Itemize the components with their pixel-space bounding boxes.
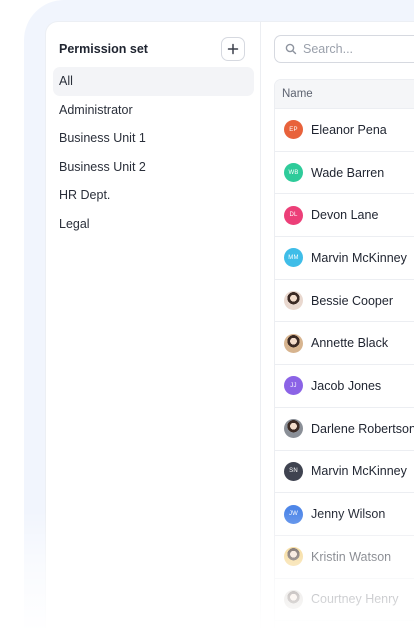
user-table: Name EP Eleanor Pena WB Wade Barren DL Devon … <box>274 79 414 628</box>
avatar-photo <box>284 547 303 567</box>
permission-set-label: Administrator <box>59 102 133 117</box>
permission-set-item-business-unit-2[interactable]: Business Unit 2 <box>53 153 254 182</box>
table-row[interactable]: WB Wade Barren <box>275 152 414 195</box>
screen: Permission set All Administrator Busines… <box>0 0 414 628</box>
permission-set-list: All Administrator Business Unit 1 Busine… <box>53 67 254 238</box>
user-name: Courtney Henry <box>311 592 399 607</box>
permission-set-label: Legal <box>59 216 90 231</box>
table-row[interactable]: DL Devon Lane <box>275 194 414 238</box>
user-name: Marvin McKinney <box>311 464 407 479</box>
search-input[interactable]: Search... <box>274 35 414 63</box>
avatar-initials: JW <box>284 504 303 524</box>
avatar-initials: JJ <box>284 376 303 396</box>
user-name: Marvin McKinney <box>311 250 407 265</box>
table-row[interactable]: Annette Black <box>275 322 414 366</box>
permission-set-panel: Permission set All Administrator Busines… <box>46 22 261 628</box>
permission-set-label: HR Dept. <box>59 188 111 202</box>
permission-set-item-hr-dept[interactable]: HR Dept. <box>53 181 254 210</box>
table-row[interactable]: JJ Jacob Jones <box>275 365 414 408</box>
table-row[interactable]: JW Jenny Wilson <box>275 493 414 536</box>
user-name: Eleanor Pena <box>311 122 387 137</box>
permissions-card: Permission set All Administrator Busines… <box>46 22 414 628</box>
avatar-photo <box>284 589 303 609</box>
user-name: Darlene Robertson <box>311 421 414 436</box>
column-header-label: Name <box>282 88 313 100</box>
avatar-photo <box>284 333 303 353</box>
user-name: Devon Lane <box>311 208 379 223</box>
avatar-initials: WB <box>284 163 303 183</box>
avatar-photo <box>284 419 303 439</box>
user-name: Jacob Jones <box>311 378 382 393</box>
table-row[interactable]: Darlene Robertson <box>275 408 414 451</box>
search-icon <box>285 43 297 55</box>
table-row[interactable]: Kristin Watson <box>275 536 414 579</box>
table-row[interactable]: Bessie Cooper <box>275 280 414 323</box>
table-row[interactable]: MM Marvin McKinney <box>275 237 414 280</box>
avatar-photo <box>284 291 303 311</box>
permission-set-item-business-unit-1[interactable]: Business Unit 1 <box>53 124 254 153</box>
user-name: Kristin Watson <box>311 549 392 564</box>
panel-title: Permission set <box>59 42 148 56</box>
table-row[interactable]: Courtney Henry <box>275 579 414 622</box>
permission-set-label: All <box>59 74 73 88</box>
user-name: Bessie Cooper <box>311 293 393 308</box>
avatar-initials: EP <box>284 120 303 140</box>
plus-icon <box>227 43 239 55</box>
avatar-initials: SN <box>284 461 303 481</box>
avatar-initials: MM <box>284 248 303 268</box>
table-row[interactable]: EP Eleanor Pena <box>275 109 414 152</box>
user-table-body: EP Eleanor Pena WB Wade Barren DL Devon Lane M… <box>275 109 414 622</box>
avatar-initials: DL <box>284 205 303 225</box>
user-name: Jenny Wilson <box>311 507 386 522</box>
search-placeholder: Search... <box>303 42 354 56</box>
permission-set-item-legal[interactable]: Legal <box>53 210 254 239</box>
permission-set-label: Business Unit 1 <box>59 131 146 145</box>
user-name: Annette Black <box>311 336 389 351</box>
permission-set-item-all[interactable]: All <box>53 67 254 96</box>
user-name: Wade Barren <box>311 165 385 180</box>
table-row[interactable]: SN Marvin McKinney <box>275 451 414 494</box>
permission-set-item-administrator[interactable]: Administrator <box>53 96 254 125</box>
column-header-name[interactable]: Name <box>275 80 414 109</box>
add-permission-set-button[interactable] <box>221 37 245 61</box>
permission-set-label: Business Unit 2 <box>59 159 146 174</box>
